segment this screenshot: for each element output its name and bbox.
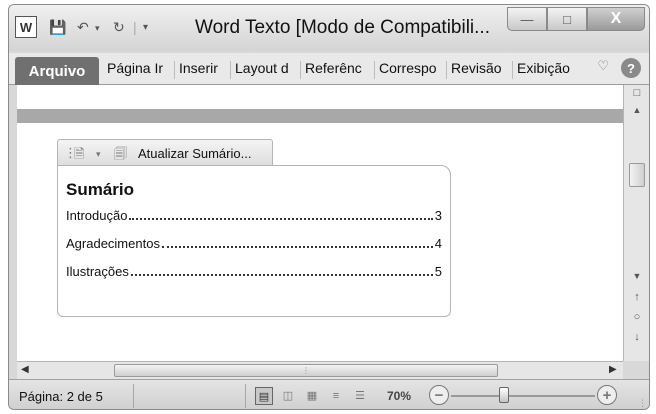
tab-separator [512,61,513,79]
update-toc-button[interactable]: Atualizar Sumário... [138,146,251,161]
ruler-toggle-icon[interactable]: □ [624,87,649,99]
tab-layout[interactable]: Layout d [235,60,289,76]
save-icon[interactable]: 💾 [49,19,66,36]
web-layout-icon[interactable]: ▦ [303,387,321,405]
tab-separator [300,61,301,79]
zoom-level[interactable]: 70% [387,389,411,403]
scroll-left-arrow-icon[interactable]: ◀ [21,364,29,375]
scroll-right-arrow-icon[interactable]: ▶ [609,364,617,375]
close-icon: X [610,10,622,27]
vertical-scrollbar[interactable]: □ ▲ ▼ ↑ ○ ↓ [623,85,649,361]
toc-leader-dots [161,246,433,248]
draft-view-icon[interactable]: ☰ [351,387,369,405]
toc-entry-label: Ilustrações [66,264,129,279]
maximize-button[interactable]: □ [547,7,587,31]
customize-dropdown-icon[interactable]: ▾ [143,22,148,33]
toc-entry-label: Introdução [66,208,128,223]
window-controls: — □ X [507,7,645,31]
resize-grip-icon[interactable]: ⋮ [638,398,647,409]
update-toc-icon[interactable]: 🗐 [114,145,127,167]
toc-control-toolbar: ⋮ 🗎 ▾ 🗐 Atualizar Sumário... [57,139,273,165]
tab-separator [174,61,175,79]
print-layout-view-icon[interactable]: ▤ [255,387,273,405]
toc-leader-dots [129,218,433,220]
maximize-icon: □ [563,11,571,27]
horizontal-scrollbar[interactable]: ◀ ⋮ ▶ [17,361,623,379]
tab-inserir[interactable]: Inserir [179,60,218,76]
scroll-up-arrow-icon[interactable]: ▲ [624,105,649,115]
tab-separator [230,61,231,79]
tab-pagina-inicial[interactable]: Página Ir [107,60,163,76]
tab-separator [446,61,447,79]
toc-entry-label: Agradecimentos [66,236,160,251]
help-button[interactable]: ? [621,58,641,78]
page-separator-band [17,109,623,123]
status-separator [245,384,246,408]
minimize-icon: — [520,11,534,27]
status-bar: Página: 2 de 5 ▤ ◫ ▦ ≡ ☰ 70% − + ⋮ [9,379,649,409]
toc-leader-dots [130,274,433,276]
toc-entry[interactable]: Agradecimentos 4 [66,236,442,252]
qa-separator: | [133,19,137,35]
toc-dropdown-icon[interactable]: ▾ [96,149,101,160]
toc-entry[interactable]: Introdução 3 [66,208,442,224]
close-button[interactable]: X [587,7,645,31]
tab-referencias[interactable]: Referênc [305,60,362,76]
vertical-scroll-thumb[interactable] [629,163,645,187]
toc-entry-page: 4 [434,236,442,251]
browse-object-icon[interactable]: ○ [624,311,649,323]
toc-document-icon[interactable]: 🗎 [74,145,84,167]
undo-dropdown-icon[interactable]: ▾ [95,23,100,34]
full-screen-reading-icon[interactable]: ◫ [279,387,297,405]
ribbon-tabs: Arquivo Página Ir Inserir Layout d Refer… [9,53,649,85]
toc-title: Sumário [66,180,135,199]
redo-icon[interactable]: ↻ [113,19,125,36]
status-separator [133,384,134,408]
outline-view-icon[interactable]: ≡ [327,387,345,405]
minimize-button[interactable]: — [507,7,547,31]
zoom-in-button[interactable]: + [597,385,617,405]
tab-revisao[interactable]: Revisão [451,60,502,76]
toc-entry-page: 3 [434,208,442,223]
tab-exibicao[interactable]: Exibição [517,60,570,76]
window-title: Word Texto [Modo de Compatibili... [195,17,490,38]
next-page-icon[interactable]: ↓ [624,331,649,343]
tab-correspondencias[interactable]: Correspo [379,60,437,76]
zoom-slider-thumb[interactable] [499,387,509,403]
word-app-icon[interactable]: W [15,16,37,38]
word-window: W 💾 ↶ ▾ ↻ | ▾ Word Texto [Modo de Compat… [8,4,650,410]
zoom-slider-track[interactable] [451,395,595,397]
tab-separator [374,61,375,79]
scroll-down-arrow-icon[interactable]: ▼ [624,271,649,281]
previous-page-icon[interactable]: ↑ [624,291,649,303]
table-of-contents[interactable]: Sumário Introdução 3 Agradecimentos 4 Il… [57,165,451,317]
toc-entry[interactable]: Ilustrações 5 [66,264,442,280]
page-count-status[interactable]: Página: 2 de 5 [19,389,103,404]
zoom-out-button[interactable]: − [429,385,449,405]
ribbon-minimize-icon[interactable]: ♡ [597,58,609,74]
toc-entry-page: 5 [434,264,442,279]
horizontal-scroll-thumb[interactable]: ⋮ [114,364,498,377]
undo-icon[interactable]: ↶ [77,19,89,36]
tab-arquivo[interactable]: Arquivo [15,57,99,85]
title-bar: W 💾 ↶ ▾ ↻ | ▾ Word Texto [Modo de Compat… [9,5,649,51]
